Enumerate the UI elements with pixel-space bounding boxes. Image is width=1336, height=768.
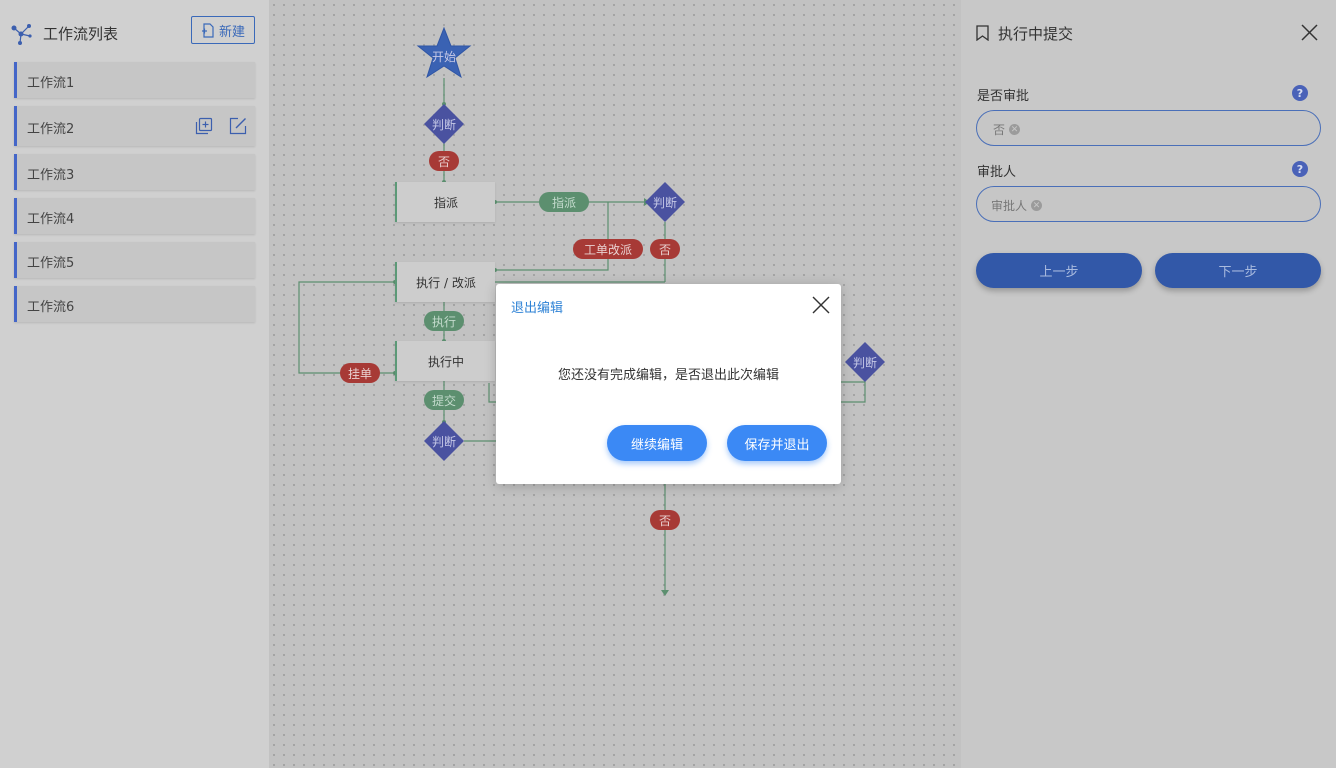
- assign-node[interactable]: 指派: [395, 182, 495, 222]
- exit-edit-dialog: 退出编辑 您还没有完成编辑，是否退出此次编辑 继续编辑 保存并退出: [496, 284, 841, 484]
- approval-tag: 否 ✕: [993, 121, 1021, 138]
- workflow-item-5[interactable]: 工作流5: [14, 242, 255, 278]
- edge-label-no-2[interactable]: 否: [650, 239, 680, 259]
- workflow-item-1[interactable]: 工作流1: [14, 62, 255, 98]
- approver-tag-value: 审批人: [991, 199, 1028, 213]
- workflow-item-label: 工作流5: [27, 256, 75, 271]
- approver-tag: 审批人 ✕: [991, 197, 1043, 214]
- workflow-item-label: 工作流4: [27, 212, 75, 227]
- approver-field-label: 审批人: [977, 165, 1017, 180]
- start-label: 开始: [431, 50, 456, 64]
- help-icon[interactable]: ?: [1292, 85, 1308, 101]
- close-icon[interactable]: [1301, 24, 1318, 41]
- approver-select[interactable]: 审批人 ✕: [976, 186, 1321, 222]
- workflow-list: 工作流1 工作流2 工作流3 工作流4 工作流5 工作流6: [14, 62, 255, 330]
- workflow-item-3[interactable]: 工作流3: [14, 154, 255, 190]
- workflow-item-label: 工作流3: [27, 168, 75, 183]
- decision-label-2: 判断: [652, 196, 677, 210]
- edge-label-no-3[interactable]: 否: [650, 510, 680, 530]
- help-icon[interactable]: ?: [1292, 161, 1308, 177]
- workflow-item-label: 工作流6: [27, 300, 75, 315]
- decision-label-3: 判断: [431, 435, 456, 449]
- next-step-button[interactable]: 下一步: [1155, 253, 1321, 288]
- edge-label-assign[interactable]: 指派: [539, 192, 589, 212]
- edit-icon[interactable]: [229, 117, 247, 135]
- execute-reassign-node[interactable]: 执行 / 改派: [395, 262, 495, 302]
- panel-title: 执行中提交: [998, 25, 1074, 43]
- sidebar-header: 工作流列表 新建: [10, 16, 260, 48]
- approval-field-label: 是否审批: [977, 89, 1030, 104]
- tag-remove-icon[interactable]: ✕: [1009, 124, 1021, 135]
- sidebar-title: 工作流列表: [43, 25, 119, 43]
- bookmark-icon: [976, 25, 989, 41]
- workflow-item-6[interactable]: 工作流6: [14, 286, 255, 322]
- edge-label-execute[interactable]: 执行: [424, 311, 464, 331]
- edge-label-no-1[interactable]: 否: [429, 151, 459, 171]
- workflow-item-4[interactable]: 工作流4: [14, 198, 255, 234]
- save-and-exit-button[interactable]: 保存并退出: [727, 425, 827, 461]
- new-button-label: 新建: [218, 24, 245, 40]
- node-settings-panel: 执行中提交 是否审批 ? 否 ✕ 审批人 ? 审批人 ✕ 上一步 下一步: [961, 0, 1336, 768]
- dialog-message: 您还没有完成编辑，是否退出此次编辑: [557, 368, 779, 383]
- new-workflow-button[interactable]: 新建: [191, 16, 255, 44]
- new-file-icon: [201, 22, 214, 38]
- dialog-title: 退出编辑: [511, 301, 564, 316]
- approval-tag-value: 否: [993, 123, 1006, 137]
- approval-select[interactable]: 否 ✕: [976, 110, 1321, 146]
- executing-node[interactable]: 执行中: [395, 341, 495, 381]
- dialog-close-icon[interactable]: [812, 296, 830, 314]
- workflow-sidebar: 工作流列表 新建 工作流1 工作流2 工作流3 工作流4 工作流5 工作流6: [0, 0, 269, 768]
- decision-label-4: 判断: [852, 356, 877, 370]
- workflow-item-label: 工作流1: [27, 76, 75, 91]
- workflow-item-2[interactable]: 工作流2: [14, 106, 255, 146]
- workflow-item-label: 工作流2: [27, 122, 75, 137]
- tag-remove-icon[interactable]: ✕: [1031, 200, 1043, 211]
- edge-label-hang[interactable]: 挂单: [340, 363, 380, 383]
- copy-icon[interactable]: [195, 117, 213, 135]
- workflow-item-tools: [195, 117, 247, 135]
- edge-label-submit[interactable]: 提交: [424, 390, 464, 410]
- continue-edit-button[interactable]: 继续编辑: [607, 425, 707, 461]
- edge-label-reassign[interactable]: 工单改派: [573, 239, 643, 259]
- network-logo-icon: [11, 24, 32, 45]
- prev-step-button[interactable]: 上一步: [976, 253, 1142, 288]
- decision-label-1: 判断: [431, 118, 456, 132]
